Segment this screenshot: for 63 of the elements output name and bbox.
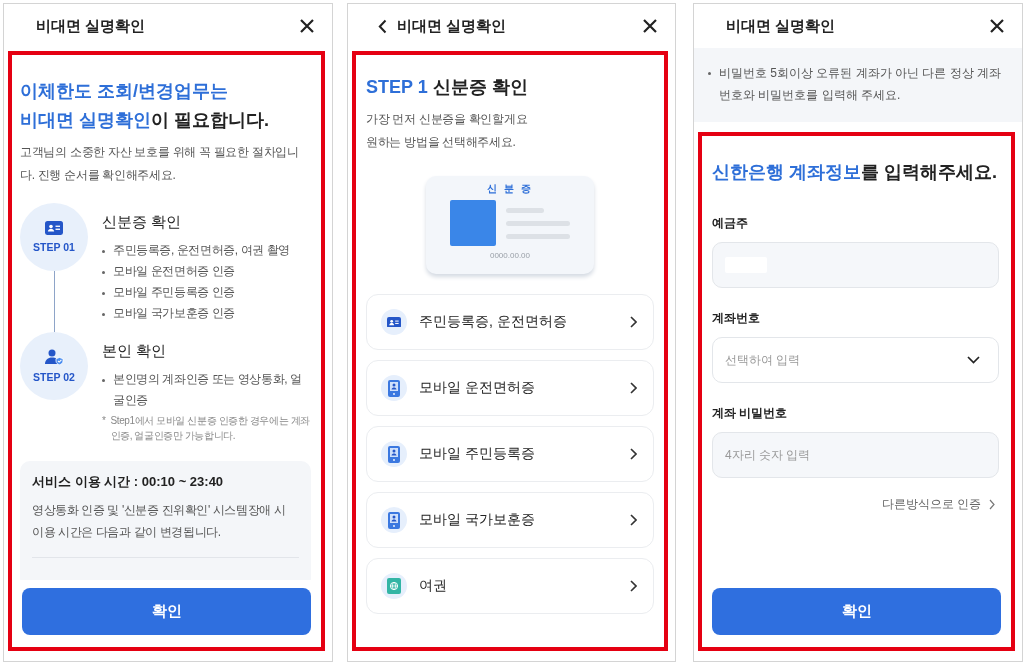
bullet-icon [102, 313, 105, 316]
screen-title: 비대면 실명확인 [35, 16, 147, 36]
heading: STEP 1 신분증 확인 [366, 76, 529, 99]
close-icon[interactable] [300, 19, 314, 33]
confirm-button[interactable]: 확인 [712, 588, 1001, 635]
bullet-icon [102, 292, 105, 295]
id-option[interactable]: 모바일 운전면허증 [366, 360, 654, 416]
id-card-title: 신 분 증 [487, 182, 533, 196]
step-item: 주민등록증, 운전면허증, 여권 촬영 [113, 242, 291, 259]
account-holder-field[interactable] [712, 242, 999, 288]
field-label: 계좌 비밀번호 [712, 405, 789, 422]
chevron-right-icon [630, 316, 637, 328]
bullet-icon [708, 72, 711, 75]
id-card-icon [45, 221, 63, 235]
password-field[interactable]: 4자리 숫자 입력 [712, 432, 999, 478]
service-hours-title: 서비스 이용 시간 : 00:10 ~ 23:40 [32, 473, 225, 491]
description: 가장 먼저 신분증을 확인할게요 [366, 111, 529, 128]
other-method-link[interactable]: 다른방식으로 인증 [881, 496, 999, 513]
id-card-icon [387, 316, 401, 328]
back-icon[interactable] [378, 18, 387, 34]
chevron-right-icon [630, 580, 637, 592]
service-hours-text: 영상통화 인증 및 '신분증 진위확인' 시스템장애 시 이용 시간은 다음과 같이 변경됩니다. [32, 502, 287, 541]
id-option[interactable]: 모바일 국가보훈증 [366, 492, 654, 548]
id-option[interactable]: 모바일 주민등록증 [366, 426, 654, 482]
person-check-icon [44, 349, 64, 365]
step-title: 본인 확인 [102, 342, 168, 361]
bullet-icon [102, 250, 105, 253]
passport-icon [387, 578, 401, 594]
close-icon[interactable] [643, 19, 657, 33]
field-label: 예금주 [712, 215, 749, 232]
description: 원하는 방법을 선택해주세요. [366, 134, 517, 151]
id-option[interactable]: 여권 [366, 558, 654, 614]
step-badge: STEP 01 [20, 203, 88, 271]
field-label: 계좌번호 [712, 310, 761, 327]
chevron-right-icon [630, 514, 637, 526]
heading: 이체한도 조회/변경업무는 비대면 실명확인이 필요합니다. [20, 80, 271, 132]
heading: 신한은행 계좌정보를 입력해주세요. [712, 161, 999, 184]
chevron-right-icon [630, 382, 637, 394]
step-item: 본인명의 계좌인증 또는 영상통화, 얼굴인증 [113, 371, 303, 409]
mobile-id-icon [388, 445, 400, 463]
notice-text: 비밀번호 5회이상 오류된 계좌가 아닌 다른 정상 계좌번호와 비밀번호를 입력해 주세요. [719, 65, 1002, 104]
chevron-right-icon [989, 499, 995, 510]
id-card-date: 0000.00.00 [489, 251, 530, 260]
character-placeholder [450, 200, 496, 246]
mobile-id-icon [388, 379, 400, 397]
bullet-icon [102, 271, 105, 274]
screen-title: 비대면 실명확인 [725, 16, 837, 36]
step-title: 신분증 확인 [102, 213, 183, 232]
chevron-down-icon [967, 356, 980, 364]
description: 고객님의 소중한 자산 보호를 위해 꼭 필요한 절차입니다. 진행 순서를 확인해주세요. [20, 144, 300, 184]
note-mark: * [102, 414, 106, 428]
bullet-icon [102, 379, 105, 382]
screen-title: 비대면 실명확인 [396, 16, 508, 36]
mobile-id-icon [388, 511, 400, 529]
chevron-right-icon [630, 448, 637, 460]
confirm-button[interactable]: 확인 [22, 588, 311, 635]
step-note: Step1에서 모바일 신분증 인증한 경우에는 계좌인증, 얼굴인증만 가능합니다. [110, 414, 311, 443]
step-item: 모바일 국가보훈증 인증 [113, 305, 235, 322]
step-item: 모바일 주민등록증 인증 [113, 284, 235, 301]
step-badge: STEP 02 [20, 332, 88, 400]
id-option[interactable]: 주민등록증, 운전면허증 [366, 294, 654, 350]
close-icon[interactable] [990, 19, 1004, 33]
step-item: 모바일 운전면허증 인증 [113, 263, 235, 280]
